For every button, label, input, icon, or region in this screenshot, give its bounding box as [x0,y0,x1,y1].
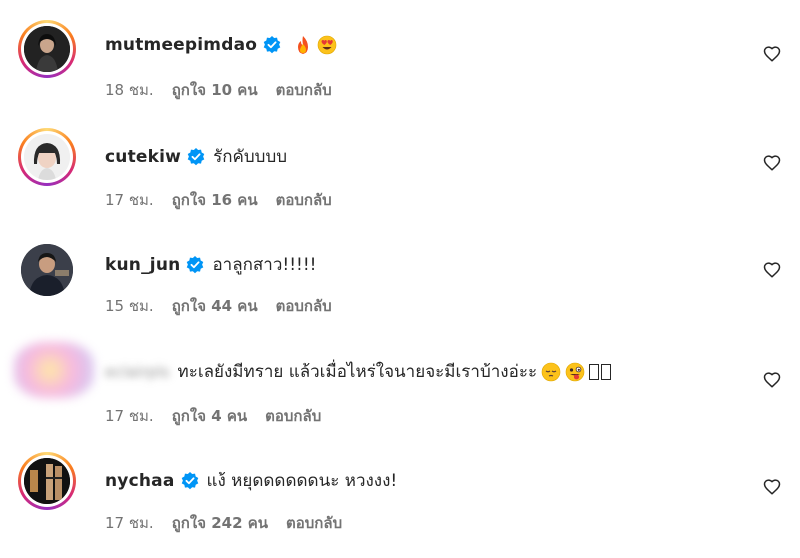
missing-glyph-icon [601,364,612,380]
comment-text: รักคับบบบ [213,147,288,167]
verified-badge-icon [187,148,205,166]
comment-item: cutekiw รักคับบบบ 17 ชม. ถูกใจ 16 คน ตอบ… [0,108,800,216]
comment-username[interactable]: kun_jun [105,253,180,277]
comment-timestamp: 17 ชม. [105,191,154,209]
heart-icon[interactable] [763,261,781,279]
comment-username[interactable]: eclairpls [105,360,169,384]
comment-item: mutmeepimdao 18 ชม. ถูกใจ 10 คน ตอบกลับ [0,0,800,108]
comment-username[interactable]: cutekiw [105,145,181,169]
missing-glyph-icon [589,364,600,380]
verified-badge-icon [263,36,281,54]
heart-eyes-emoji-icon [317,35,337,55]
comment-item: eclairpls ทะเลยังมีทราย แล้วเมื่อไหร่ใจน… [0,324,800,432]
comment-likes[interactable]: ถูกใจ 44 คน [172,294,258,318]
comment-username[interactable]: mutmeepimdao [105,33,257,57]
comment-timestamp: 15 ชม. [105,297,154,315]
comment-username[interactable]: nychaa [105,469,175,493]
avatar[interactable] [18,128,76,186]
avatar[interactable] [21,244,73,296]
heart-icon[interactable] [763,478,781,496]
heart-icon[interactable] [763,154,781,172]
comment-timestamp: 17 ชม. [105,514,154,532]
comment-likes[interactable]: ถูกใจ 10 คน [172,78,258,102]
comment-item: kun_jun อาลูกสาว!!!!! 15 ชม. ถูกใจ 44 คน… [0,216,800,324]
verified-badge-icon [181,472,198,490]
comment-text: อาลูกสาว!!!!! [212,255,317,275]
comment-likes[interactable]: ถูกใจ 242 คน [172,511,268,535]
heart-icon[interactable] [763,45,781,63]
comment-item: nychaa แง้ หยุดดดดดดนะ หวงงง! 17 ชม. ถูก… [0,432,800,540]
reply-button[interactable]: ตอบกลับ [265,404,321,428]
tongue-wink-emoji-icon [565,362,585,382]
reply-button[interactable]: ตอบกลับ [276,188,332,212]
comment-likes[interactable]: ถูกใจ 16 คน [172,188,258,212]
pensive-emoji-icon [541,362,561,382]
comment-timestamp: 17 ชม. [105,407,154,425]
avatar[interactable] [18,452,76,510]
comment-text: แง้ หยุดดดดดดนะ หวงงง! [206,471,398,491]
fire-emoji-icon [298,36,309,54]
comment-timestamp: 18 ชม. [105,81,154,99]
avatar[interactable] [18,20,76,78]
avatar[interactable] [14,342,94,398]
reply-button[interactable]: ตอบกลับ [276,294,332,318]
heart-icon[interactable] [763,371,781,389]
verified-badge-icon [187,256,204,274]
reply-button[interactable]: ตอบกลับ [286,511,342,535]
reply-button[interactable]: ตอบกลับ [276,78,332,102]
comment-text: ทะเลยังมีทราย แล้วเมื่อไหร่ใจนายจะมีเราบ… [177,362,538,382]
comment-likes[interactable]: ถูกใจ 4 คน [172,404,247,428]
